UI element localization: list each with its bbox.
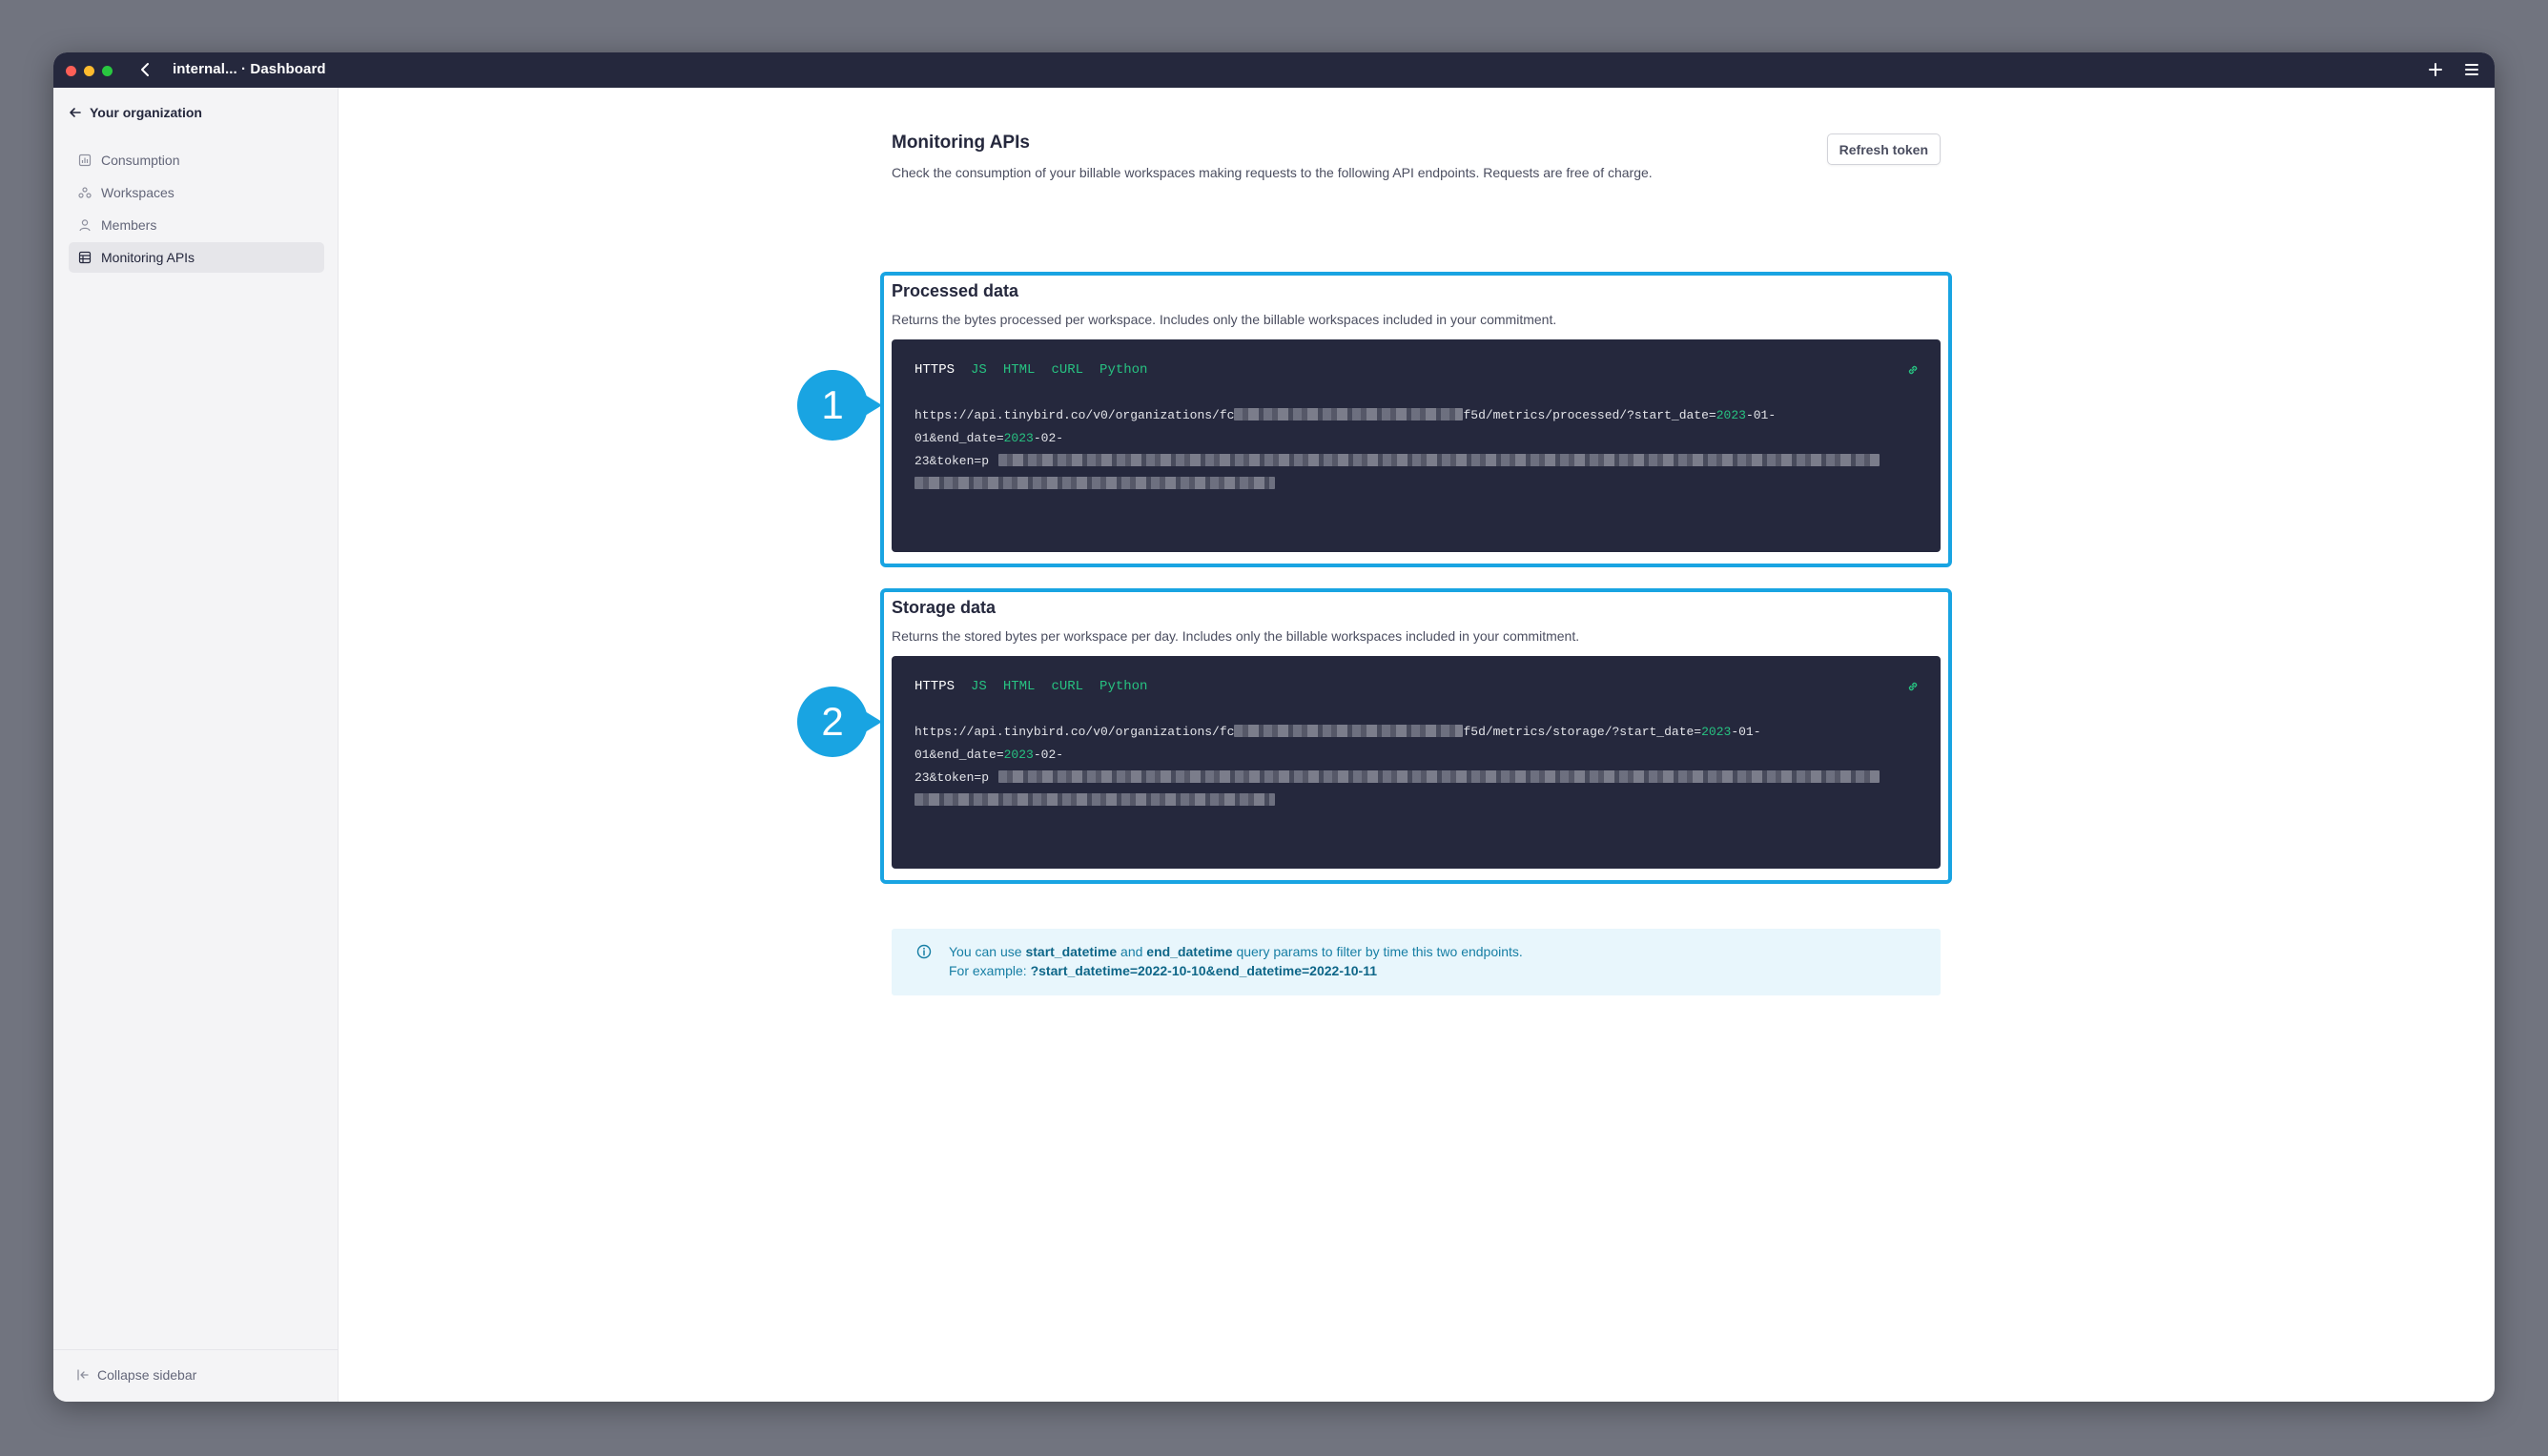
info-text-part: For example: bbox=[949, 963, 1027, 978]
code-text: -02- bbox=[1033, 748, 1064, 762]
param-end-datetime: end_datetime bbox=[1146, 944, 1233, 959]
redacted-token bbox=[914, 793, 1275, 806]
tab-curl[interactable]: cURL bbox=[1051, 362, 1083, 378]
info-text: You can use start_datetime and end_datet… bbox=[949, 942, 1523, 980]
code-number: 2023 bbox=[1701, 725, 1732, 739]
redacted-org-id bbox=[1234, 408, 1464, 420]
sidebar-item-monitoring-apis[interactable]: Monitoring APIs bbox=[69, 242, 324, 273]
collapse-sidebar-label: Collapse sidebar bbox=[97, 1367, 197, 1383]
code-number: 2023 bbox=[1003, 748, 1034, 762]
consumption-icon bbox=[78, 154, 92, 167]
tab-python[interactable]: Python bbox=[1099, 679, 1147, 694]
sidebar-item-members[interactable]: Members bbox=[69, 210, 324, 240]
back-arrow-icon[interactable] bbox=[134, 57, 158, 82]
code-text: https://api.tinybird.co/v0/organizations… bbox=[914, 408, 1235, 422]
section-description: Returns the bytes processed per workspac… bbox=[892, 312, 1557, 327]
code-url[interactable]: https://api.tinybird.co/v0/organizations… bbox=[914, 721, 1880, 812]
code-url[interactable]: https://api.tinybird.co/v0/organizations… bbox=[914, 404, 1880, 496]
code-language-tabs: HTTPS JS HTML cURL Python bbox=[914, 679, 1147, 694]
arrow-left-icon bbox=[70, 108, 81, 117]
code-text: 23&token=p bbox=[914, 770, 990, 785]
code-text: https://api.tinybird.co/v0/organizations… bbox=[914, 725, 1235, 739]
main-content: Monitoring APIs Check the consumption of… bbox=[339, 88, 2495, 1402]
code-line: 23&token=p bbox=[914, 767, 1880, 790]
sidebar-item-label: Monitoring APIs bbox=[101, 250, 195, 265]
code-text: 23&token=p bbox=[914, 454, 990, 468]
info-icon bbox=[916, 944, 932, 959]
tab-curl[interactable]: cURL bbox=[1051, 679, 1083, 694]
new-tab-icon[interactable] bbox=[2424, 58, 2447, 81]
code-number: 2023 bbox=[1716, 408, 1746, 422]
section-title: Processed data bbox=[892, 281, 1019, 300]
collapse-icon bbox=[77, 1369, 89, 1381]
sidebar-item-label: Consumption bbox=[101, 153, 180, 168]
sidebar-item-label: Workspaces bbox=[101, 185, 175, 200]
browser-window: internal... · Dashboard Your organizatio… bbox=[53, 52, 2495, 1402]
info-callout: You can use start_datetime and end_datet… bbox=[892, 929, 1941, 995]
tab-js[interactable]: JS bbox=[971, 362, 987, 378]
tab-html[interactable]: HTML bbox=[1003, 362, 1036, 378]
info-text-part: You can use bbox=[949, 944, 1022, 959]
maximize-window-button[interactable] bbox=[102, 66, 113, 76]
page-title: Monitoring APIs bbox=[892, 133, 1030, 153]
code-language-tabs: HTTPS JS HTML cURL Python bbox=[914, 362, 1147, 378]
tab-html[interactable]: HTML bbox=[1003, 679, 1036, 694]
tab-https[interactable]: HTTPS bbox=[914, 679, 955, 694]
sidebar-item-consumption[interactable]: Consumption bbox=[69, 145, 324, 175]
minimize-window-button[interactable] bbox=[84, 66, 94, 76]
back-to-organization-label: Your organization bbox=[90, 105, 202, 120]
menu-icon[interactable] bbox=[2460, 58, 2483, 81]
tab-python[interactable]: Python bbox=[1099, 362, 1147, 378]
page-description: Check the consumption of your billable w… bbox=[892, 165, 1653, 180]
window-title: internal... · Dashboard bbox=[173, 61, 326, 77]
example-query: ?start_datetime=2022-10-10&end_datetime=… bbox=[1030, 963, 1378, 978]
code-text: -01- bbox=[1745, 408, 1777, 422]
code-line: https://api.tinybird.co/v0/organizations… bbox=[914, 404, 1880, 427]
info-text-part: query params to filter by time this two … bbox=[1236, 944, 1523, 959]
sidebar-item-workspaces[interactable]: Workspaces bbox=[69, 177, 324, 208]
info-line-2: For example: ?start_datetime=2022-10-10&… bbox=[949, 961, 1523, 980]
redacted-token bbox=[998, 454, 1880, 466]
collapse-sidebar-button[interactable]: Collapse sidebar bbox=[76, 1367, 196, 1383]
back-to-organization-link[interactable]: Your organization bbox=[69, 105, 202, 120]
code-line bbox=[914, 473, 1880, 496]
code-line: 01&end_date=2023-02- bbox=[914, 427, 1880, 450]
code-snippet: HTTPS JS HTML cURL Python https://api.ti… bbox=[892, 339, 1941, 552]
sidebar: Your organization Consumption Workspaces… bbox=[53, 88, 339, 1402]
copy-icon[interactable] bbox=[1906, 363, 1920, 377]
redacted-org-id bbox=[1234, 725, 1464, 737]
sidebar-item-label: Members bbox=[101, 217, 157, 233]
param-start-datetime: start_datetime bbox=[1025, 944, 1118, 959]
info-line-1: You can use start_datetime and end_datet… bbox=[949, 942, 1523, 961]
code-text: -02- bbox=[1033, 431, 1064, 445]
code-text: f5d/metrics/processed/?start_date= bbox=[1463, 408, 1716, 422]
code-number: 2023 bbox=[1003, 431, 1034, 445]
code-text: 01&end_date= bbox=[914, 748, 1004, 762]
redacted-token bbox=[914, 477, 1275, 489]
callout-badge-1: 1 bbox=[797, 370, 882, 441]
tab-js[interactable]: JS bbox=[971, 679, 987, 694]
code-line: 01&end_date=2023-02- bbox=[914, 744, 1880, 767]
code-text: -01- bbox=[1731, 725, 1761, 739]
sidebar-footer: Collapse sidebar bbox=[53, 1349, 338, 1402]
members-icon bbox=[78, 218, 92, 232]
section-title: Storage data bbox=[892, 598, 997, 617]
monitoring-icon bbox=[78, 251, 92, 264]
code-text: 01&end_date= bbox=[914, 431, 1004, 445]
code-line bbox=[914, 790, 1880, 812]
tab-https[interactable]: HTTPS bbox=[914, 362, 955, 378]
workspaces-icon bbox=[78, 186, 92, 199]
section-description: Returns the stored bytes per workspace p… bbox=[892, 628, 1580, 644]
code-line: 23&token=p bbox=[914, 450, 1880, 473]
title-bar: internal... · Dashboard bbox=[53, 52, 2495, 88]
redacted-token bbox=[998, 770, 1880, 783]
copy-icon[interactable] bbox=[1906, 680, 1920, 693]
code-text: f5d/metrics/storage/?start_date= bbox=[1463, 725, 1702, 739]
close-window-button[interactable] bbox=[66, 66, 76, 76]
info-text-part: and bbox=[1120, 944, 1143, 959]
code-snippet: HTTPS JS HTML cURL Python https://api.ti… bbox=[892, 656, 1941, 869]
code-line: https://api.tinybird.co/v0/organizations… bbox=[914, 721, 1880, 744]
callout-badge-2: 2 bbox=[797, 687, 882, 757]
refresh-token-button[interactable]: Refresh token bbox=[1826, 133, 1941, 165]
